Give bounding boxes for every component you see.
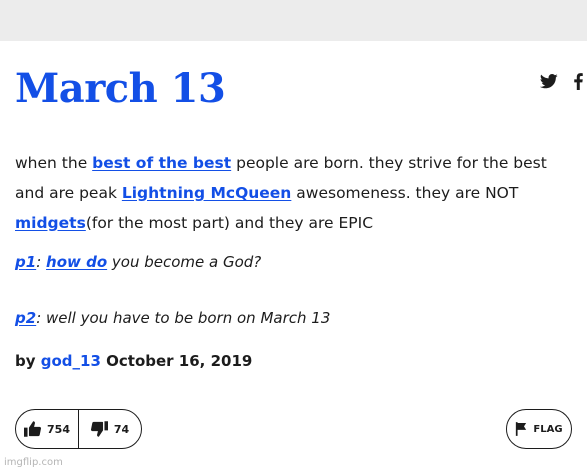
meaning-text: when the xyxy=(15,154,93,172)
imgflip-watermark: imgflip.com xyxy=(4,457,63,468)
thumbs-up-button[interactable]: 754 xyxy=(16,410,78,448)
by-label: by xyxy=(15,352,41,370)
example-text: : well you have to be born on March 13 xyxy=(36,309,331,327)
meaning-text: awesomeness. they are NOT xyxy=(291,184,519,202)
link-p1[interactable]: p1 xyxy=(15,253,36,271)
thumbs-down-button[interactable]: 74 xyxy=(79,410,141,448)
thumbs-down-icon xyxy=(90,421,108,437)
definition-meaning: when the best of the best people are bor… xyxy=(15,148,577,238)
post-date: October 16, 2019 xyxy=(100,352,253,370)
thumbs-up-icon xyxy=(24,421,42,437)
upvote-count: 754 xyxy=(47,422,70,436)
flag-icon xyxy=(515,422,527,436)
example-text: you become a God? xyxy=(107,253,262,271)
facebook-icon[interactable] xyxy=(574,73,583,90)
link-how-do[interactable]: how do xyxy=(46,253,107,271)
link-lightning-mcqueen[interactable]: Lightning McQueen xyxy=(122,184,292,202)
definition-card: March 13 when the best of the best peopl… xyxy=(0,41,587,470)
flag-button[interactable]: FLAG xyxy=(506,409,572,449)
meaning-text: (for the most part) and they are EPIC xyxy=(85,214,374,232)
example-text: : xyxy=(36,253,47,271)
author-link[interactable]: god_13 xyxy=(41,352,101,370)
flag-label: FLAG xyxy=(533,423,563,435)
word-title[interactable]: March 13 xyxy=(15,69,226,109)
share-buttons xyxy=(540,73,583,90)
vote-buttons: 754 74 xyxy=(15,409,142,449)
twitter-icon[interactable] xyxy=(540,74,558,89)
example-line-2: p2: well you have to be born on March 13 xyxy=(15,309,575,327)
contributor-line: by god_13 October 16, 2019 xyxy=(15,352,252,370)
downvote-count: 74 xyxy=(113,422,130,436)
example-line-1: p1: how do you become a God? xyxy=(15,253,575,271)
link-p2[interactable]: p2 xyxy=(15,309,36,327)
link-midgets[interactable]: midgets xyxy=(15,214,86,232)
link-best-of-the-best[interactable]: best of the best xyxy=(92,154,231,172)
